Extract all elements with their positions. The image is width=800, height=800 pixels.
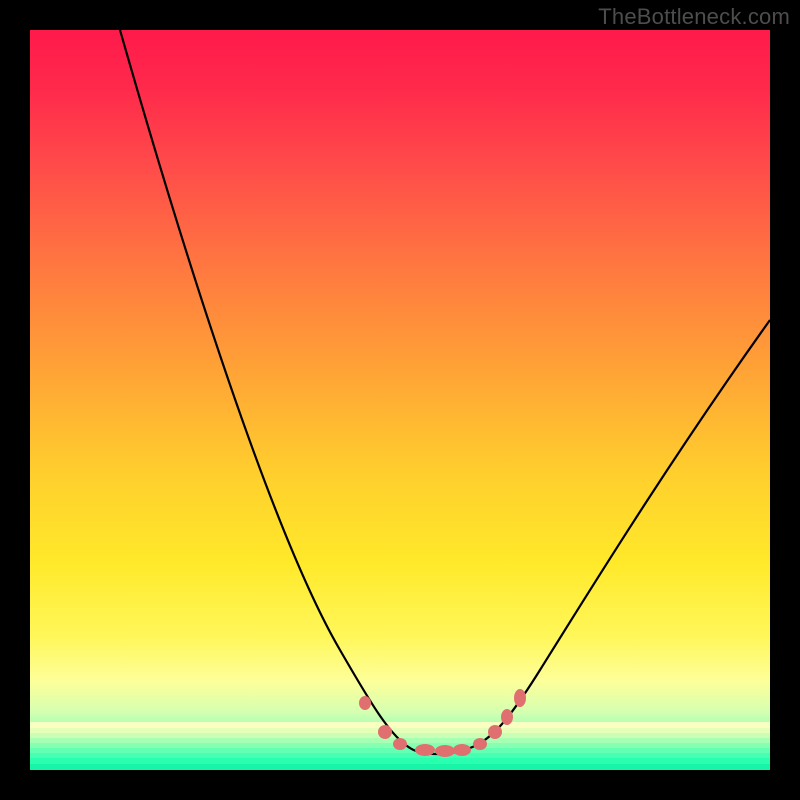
marker-dot bbox=[453, 744, 471, 756]
marker-dot bbox=[501, 709, 513, 725]
marker-dot bbox=[473, 738, 487, 750]
marker-dot bbox=[514, 689, 526, 707]
chart-svg bbox=[30, 30, 770, 770]
marker-dot bbox=[393, 738, 407, 750]
bottleneck-curve bbox=[120, 30, 770, 754]
marker-dot bbox=[435, 745, 455, 757]
marker-dot bbox=[359, 696, 371, 710]
marker-dot bbox=[488, 725, 502, 739]
marker-dot bbox=[415, 744, 435, 756]
watermark-text: TheBottleneck.com bbox=[598, 4, 790, 30]
chart-plot-area bbox=[30, 30, 770, 770]
marker-dot bbox=[378, 725, 392, 739]
